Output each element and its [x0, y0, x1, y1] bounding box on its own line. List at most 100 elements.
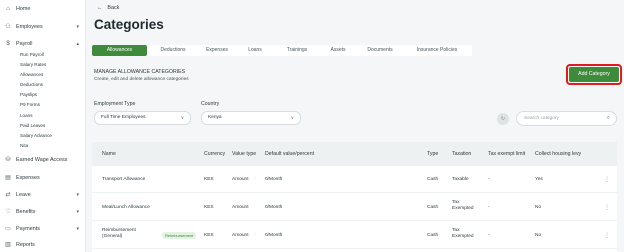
cell-currency: KES [204, 233, 214, 238]
cell-currency: KES [204, 205, 214, 210]
cell-type: Cash [427, 177, 439, 182]
more-options-icon[interactable]: ⋮ [604, 204, 610, 211]
nav-payroll[interactable]: $ Payroll ▴ [0, 41, 86, 47]
chevron-down-icon: ▾ [76, 24, 79, 30]
cell-taxation: Taxable [452, 177, 469, 182]
section-title: MANAGE ALLOWANCE CATEGORIES [94, 69, 186, 75]
country-value: Kenya [208, 115, 222, 120]
arrow-left-icon: ← [97, 5, 103, 11]
more-options-icon[interactable]: ⋮ [604, 176, 610, 183]
nav-run-payroll[interactable]: Run Payroll [20, 52, 44, 57]
nav-expenses-label: Expenses [16, 175, 40, 181]
tab-assets[interactable]: Assets [324, 45, 352, 56]
cell-housing-levy: No [535, 205, 542, 210]
refresh-button[interactable]: ↻ [497, 113, 509, 125]
benefits-icon: ♡ [5, 209, 11, 215]
cell-tax-limit: - [488, 177, 490, 182]
search-icon: ⌕ [606, 115, 610, 121]
nav-allowances[interactable]: Allowances [20, 72, 43, 77]
cell-value-type: Amount [232, 233, 249, 238]
table-header: Name Currency Value type Default value/p… [92, 142, 617, 166]
employment-type-label: Employment Type [94, 101, 136, 107]
tab-deductions[interactable]: Deductions [152, 45, 194, 56]
leave-icon: ⇄ [5, 192, 11, 198]
cell-tax-limit: - [488, 233, 490, 238]
categories-table: Name Currency Value type Default value/p… [92, 142, 617, 252]
nav-benefits[interactable]: ♡ Benefits ▾ [0, 209, 86, 215]
tab-documents[interactable]: Documents [360, 45, 400, 56]
employees-icon: ⚇ [5, 24, 11, 30]
page-title: Categories [94, 17, 164, 32]
search-placeholder: Search category [524, 116, 559, 121]
chevron-down-icon: ▾ [76, 226, 79, 232]
home-icon: ⌂ [6, 6, 10, 12]
category-tabs: Allowances Deductions Expenses Loans Tra… [92, 45, 472, 56]
nav-benefits-label: Benefits [16, 209, 36, 215]
table-row[interactable]: Meal/Lunch Allowance KES Amount 0/Month … [92, 194, 617, 221]
chevron-down-icon: ▾ [76, 209, 79, 215]
tab-loans[interactable]: Loans [242, 45, 268, 56]
nav-earned-wage-label: Earned Wage Access [16, 157, 68, 163]
nav-leave-label: Leave [16, 192, 31, 198]
table-row[interactable]: Reimbursement (General) Reimbursement KE… [92, 222, 617, 249]
nav-leave[interactable]: ⇄ Leave ▾ [0, 192, 86, 198]
nav-salary-rates[interactable]: Salary Rates [20, 62, 46, 67]
column-header: Default value/percent [265, 151, 315, 157]
search-input[interactable]: Search category ⌕ [516, 111, 617, 126]
cell-name: Transport Allowance [102, 177, 146, 182]
country-select[interactable]: Kenya ∨ [201, 111, 301, 125]
nav-paid-leaves[interactable]: Paid Leaves [20, 123, 45, 128]
nav-home[interactable]: ⌂ Home [0, 6, 86, 12]
nav-p9-forms[interactable]: P9 Forms [20, 102, 40, 107]
column-header: Collect housing levy [535, 151, 582, 157]
cell-taxation: Tax Exempted [452, 228, 474, 239]
country-label: Country [201, 101, 220, 107]
nav-home-label: Home [16, 6, 31, 12]
nav-earned-wage-access[interactable]: ⛁ Earned Wage Access [0, 157, 86, 163]
tab-insurance-policies[interactable]: Insurance Policies [408, 45, 466, 56]
employment-type-select[interactable]: Full Time Employees ∨ [94, 111, 191, 125]
more-options-icon[interactable]: ⋮ [604, 232, 610, 239]
cell-default-value: 0/Month [265, 205, 283, 210]
nav-reports-label: Reports [16, 242, 35, 248]
nav-nita[interactable]: Nita [20, 143, 28, 148]
nav-employees[interactable]: ⚇ Employees ▾ [0, 24, 86, 30]
earned-wage-icon: ⛁ [5, 157, 11, 163]
back-label: Back [107, 5, 120, 11]
cell-type: Cash [427, 233, 439, 238]
cell-currency: KES [204, 177, 214, 182]
nav-expenses[interactable]: ▤ Expenses [0, 175, 86, 181]
cell-housing-levy: Yes [535, 177, 543, 182]
payroll-icon: $ [6, 41, 10, 47]
section-subtitle: Create, edit and delete allowance catego… [94, 77, 189, 82]
nav-payroll-label: Payroll [16, 41, 33, 47]
cell-value-type: Amount [232, 205, 249, 210]
back-button[interactable]: ← Back [97, 5, 119, 11]
nav-reports[interactable]: ▥ Reports [0, 242, 86, 248]
chevron-up-icon: ▴ [76, 41, 79, 47]
sidebar: ⌂ Home ⚇ Employees ▾ $ Payroll ▴ Run Pay… [0, 0, 86, 252]
cell-default-value: 0/Month [265, 233, 283, 238]
payments-icon: ▭ [5, 226, 11, 232]
nav-payments[interactable]: ▭ Payments ▾ [0, 226, 86, 232]
reimbursement-badge: Reimbursement [162, 232, 197, 239]
tab-trainings[interactable]: Trainings [280, 45, 314, 56]
table-row[interactable]: Transport Allowance KES Amount 0/Month C… [92, 166, 617, 193]
cell-type: Cash [427, 205, 439, 210]
tab-allowances[interactable]: Allowances [92, 45, 147, 56]
nav-payslips[interactable]: Payslips [20, 92, 37, 97]
employment-type-value: Full Time Employees [101, 115, 146, 120]
tab-expenses[interactable]: Expenses [198, 45, 236, 56]
column-header: Value type [232, 151, 257, 157]
cell-tax-limit: - [488, 205, 490, 210]
nav-deductions[interactable]: Deductions [20, 82, 43, 87]
refresh-icon: ↻ [500, 116, 506, 122]
nav-loans[interactable]: Loans [20, 113, 33, 118]
cell-taxation: Tax Exempted [452, 200, 474, 211]
chevron-down-icon: ∨ [180, 115, 184, 120]
expenses-icon: ▤ [5, 175, 11, 181]
add-category-button[interactable]: Add Category [569, 67, 619, 82]
column-header: Name [102, 151, 116, 157]
nav-salary-advance[interactable]: Salary Advance [20, 133, 52, 138]
column-header: Taxation [452, 151, 472, 157]
